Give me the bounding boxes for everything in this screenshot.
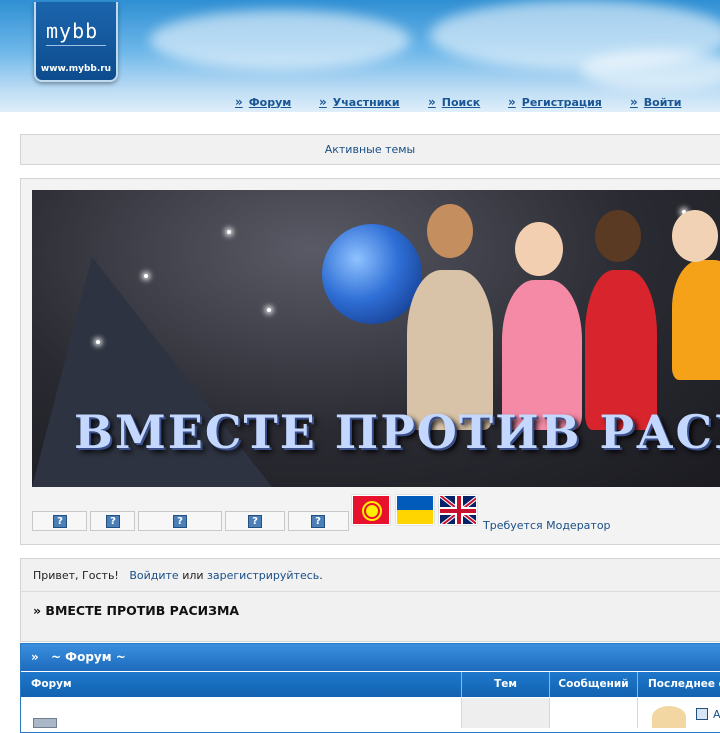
header-cloud <box>580 50 720 90</box>
chevron-right-icon: » <box>508 95 516 109</box>
active-topics-bar: Активные темы <box>20 134 720 165</box>
column-header-last-post: Последнее с <box>638 672 720 697</box>
column-header-forum: Форум <box>21 672 462 697</box>
nav-search[interactable]: » Поиск <box>428 94 480 110</box>
broken-image-icon: ? <box>173 515 187 528</box>
nav-members[interactable]: » Участники <box>319 94 400 110</box>
moderator-needed-link[interactable]: Требуется Модератор <box>483 519 611 532</box>
column-header-posts: Сообщений <box>550 672 638 697</box>
register-link[interactable]: зарегистрируйтесь <box>207 569 319 582</box>
nav-register-label: Регистрация <box>521 95 602 109</box>
star-icon <box>96 340 100 344</box>
active-topics-link[interactable]: Активные темы <box>325 143 416 156</box>
nav-login[interactable]: » Войти <box>630 94 682 110</box>
chevron-right-icon: » <box>428 95 436 109</box>
period-text: . <box>319 569 323 582</box>
banner-slogan: ВМЕСТЕ ПРОТИВ РАСИЗМА <box>74 405 720 459</box>
chevron-right-icon: » <box>235 95 243 109</box>
nav-forum-label: Форум <box>248 95 292 109</box>
greeting-line: Привет, Гость! Войдите или зарегистрируй… <box>33 569 323 582</box>
globe-image <box>322 224 422 324</box>
site-header: mybb www.mybb.ru » Форум » Участники » П… <box>0 0 720 112</box>
forum-row-last-cell: А <box>638 698 720 728</box>
child-figure <box>672 260 720 380</box>
banner-panel: ВМЕСТЕ ПРОТИВ РАСИЗМА ? ? ? ? ? Требуетс… <box>20 178 720 545</box>
column-header-topics: Тем <box>462 672 550 697</box>
header-cloud <box>150 10 410 70</box>
star-icon <box>267 308 271 312</box>
logo-mark: mybb <box>46 16 106 46</box>
avatar <box>652 706 686 728</box>
or-text: или <box>182 569 204 582</box>
greeting-text: Привет, Гость! <box>33 569 119 582</box>
nav-login-label: Войти <box>643 95 682 109</box>
broken-image-cell[interactable]: ? <box>90 511 135 531</box>
divider <box>21 591 720 592</box>
kyrgyzstan-flag-icon[interactable] <box>352 495 390 525</box>
nav-search-label: Поиск <box>441 95 481 109</box>
chevron-right-icon: » <box>319 95 327 109</box>
child-head <box>427 204 473 258</box>
login-link[interactable]: Войдите <box>129 569 178 582</box>
nav-members-label: Участники <box>332 95 400 109</box>
child-head <box>672 210 718 262</box>
nav-register[interactable]: » Регистрация <box>508 94 602 110</box>
last-post-link[interactable]: А <box>713 708 720 721</box>
ukraine-flag-icon[interactable] <box>396 495 434 525</box>
chevron-right-icon: » <box>630 95 638 109</box>
broken-image-cell[interactable]: ? <box>288 511 349 531</box>
broken-image-cell[interactable]: ? <box>225 511 285 531</box>
logo-url: www.mybb.ru <box>40 64 112 74</box>
forum-row-topics-cell <box>462 698 550 728</box>
forum-row-title-cell[interactable] <box>21 698 462 728</box>
broken-image-cell[interactable]: ? <box>32 511 87 531</box>
broken-image-cell[interactable]: ? <box>138 511 222 531</box>
site-logo[interactable]: mybb www.mybb.ru <box>34 2 118 82</box>
star-icon <box>227 230 231 234</box>
category-title[interactable]: ~ Форум ~ <box>51 650 126 664</box>
uk-flag-icon[interactable] <box>439 495 477 525</box>
broken-image-icon: ? <box>53 515 67 528</box>
chevron-right-icon: » <box>31 650 39 664</box>
banner-icon-row: ? ? ? ? ? Требуется Модератор <box>32 495 720 532</box>
category-header: » ~ Форум ~ <box>21 644 720 671</box>
nav-forum[interactable]: » Форум <box>235 94 291 110</box>
broken-image-icon: ? <box>106 515 120 528</box>
board-title: » ВМЕСТЕ ПРОТИВ РАСИЗМА <box>33 603 240 618</box>
child-head <box>595 210 641 262</box>
last-post-icon[interactable] <box>696 708 708 720</box>
forum-row-posts-cell <box>550 698 638 728</box>
broken-image-icon: ? <box>311 515 325 528</box>
child-head <box>515 222 563 276</box>
greeting-panel: Привет, Гость! Войдите или зарегистрируй… <box>20 558 720 642</box>
banner-image: ВМЕСТЕ ПРОТИВ РАСИЗМА <box>32 190 720 487</box>
star-icon <box>144 274 148 278</box>
broken-image-icon: ? <box>248 515 262 528</box>
